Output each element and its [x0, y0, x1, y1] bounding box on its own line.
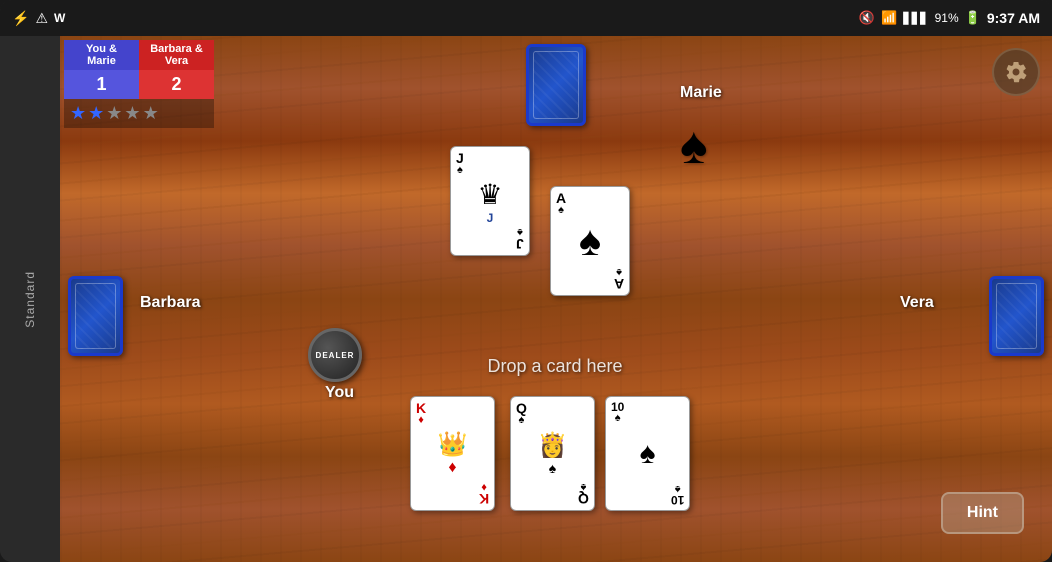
- status-bar: ⚡ ⚠ W 🔇 📶 ▋▋▋ 91% 🔋 9:37 AM: [0, 0, 1052, 36]
- card-queen-spades[interactable]: Q ♠ 👸 ♠ Q ♠: [510, 396, 595, 511]
- score-board: You &Marie Barbara &Vera 1 2 ★ ★ ★ ★ ★: [64, 40, 214, 128]
- card-corner-bottom-10: 10 ♠: [671, 483, 684, 506]
- status-right-icons: 🔇 📶 ▋▋▋ 91% 🔋 9:37 AM: [859, 10, 1040, 26]
- card-corner-bottom-q: Q ♠: [578, 481, 589, 506]
- card-ten-spades[interactable]: 10 ♠ ♠ 10 ♠: [605, 396, 690, 511]
- stars-row: ★ ★ ★ ★ ★: [64, 99, 214, 128]
- right-card-back: [989, 276, 1044, 356]
- battery-icon: 🔋: [965, 10, 981, 26]
- star-4: ★: [124, 103, 140, 124]
- drop-zone-text: Drop a card here: [487, 356, 622, 377]
- card-jack-spades[interactable]: J ♠ ♛ J J ♠: [450, 146, 530, 256]
- card-corner-bottom-a: A ♠: [614, 266, 624, 291]
- team1-header: You &Marie: [64, 40, 139, 70]
- card-corner-bottom-k: K ♦: [479, 481, 489, 506]
- team1-score: 1: [64, 70, 139, 99]
- w-icon: W: [54, 11, 65, 25]
- clock: 9:37 AM: [987, 10, 1040, 26]
- card-corner-bottom-j: J ♠: [516, 226, 524, 251]
- dealer-chip: DEALER: [308, 328, 362, 382]
- score-table: You &Marie Barbara &Vera 1 2: [64, 40, 214, 99]
- settings-button[interactable]: [992, 48, 1040, 96]
- hint-button[interactable]: Hint: [941, 492, 1024, 534]
- top-card-back: [526, 44, 586, 126]
- mute-icon: 🔇: [859, 10, 875, 26]
- team2-header: Barbara &Vera: [139, 40, 214, 70]
- drop-zone[interactable]: Drop a card here: [430, 341, 680, 391]
- battery-percent: 91%: [935, 11, 959, 25]
- player-name-marie: Marie: [680, 84, 722, 102]
- star-2: ★: [88, 103, 104, 124]
- star-5: ★: [143, 103, 159, 124]
- dealer-text: DEALER: [316, 351, 355, 360]
- usb-icon: ⚡: [12, 10, 29, 27]
- team2-score: 2: [139, 70, 214, 99]
- dealer-chip-label: DEALER: [316, 351, 355, 360]
- left-panel: Standard: [0, 36, 60, 562]
- left-card-back: [68, 276, 123, 356]
- card-ace-spades[interactable]: A ♠ ♠ A ♠: [550, 186, 630, 296]
- status-left-icons: ⚡ ⚠ W: [12, 10, 65, 27]
- star-3: ★: [106, 103, 122, 124]
- standard-label: Standard: [23, 271, 37, 328]
- player-name-vera: Vera: [900, 294, 934, 312]
- marie-spade-symbol: ♠: [680, 116, 708, 176]
- warning-icon: ⚠: [35, 10, 48, 27]
- card-king-diamonds[interactable]: K ♦ 👑 ♦ K ♦: [410, 396, 495, 511]
- signal-icon: ▋▋▋: [903, 12, 928, 25]
- wifi-icon: 📶: [881, 10, 897, 26]
- star-1: ★: [70, 103, 86, 124]
- game-area: You &Marie Barbara &Vera 1 2 ★ ★ ★ ★ ★: [60, 36, 1052, 562]
- player-name-barbara: Barbara: [140, 294, 200, 312]
- player-name-you: You: [325, 384, 354, 402]
- device-frame: ⚡ ⚠ W 🔇 📶 ▋▋▋ 91% 🔋 9:37 AM Standard You…: [0, 0, 1052, 562]
